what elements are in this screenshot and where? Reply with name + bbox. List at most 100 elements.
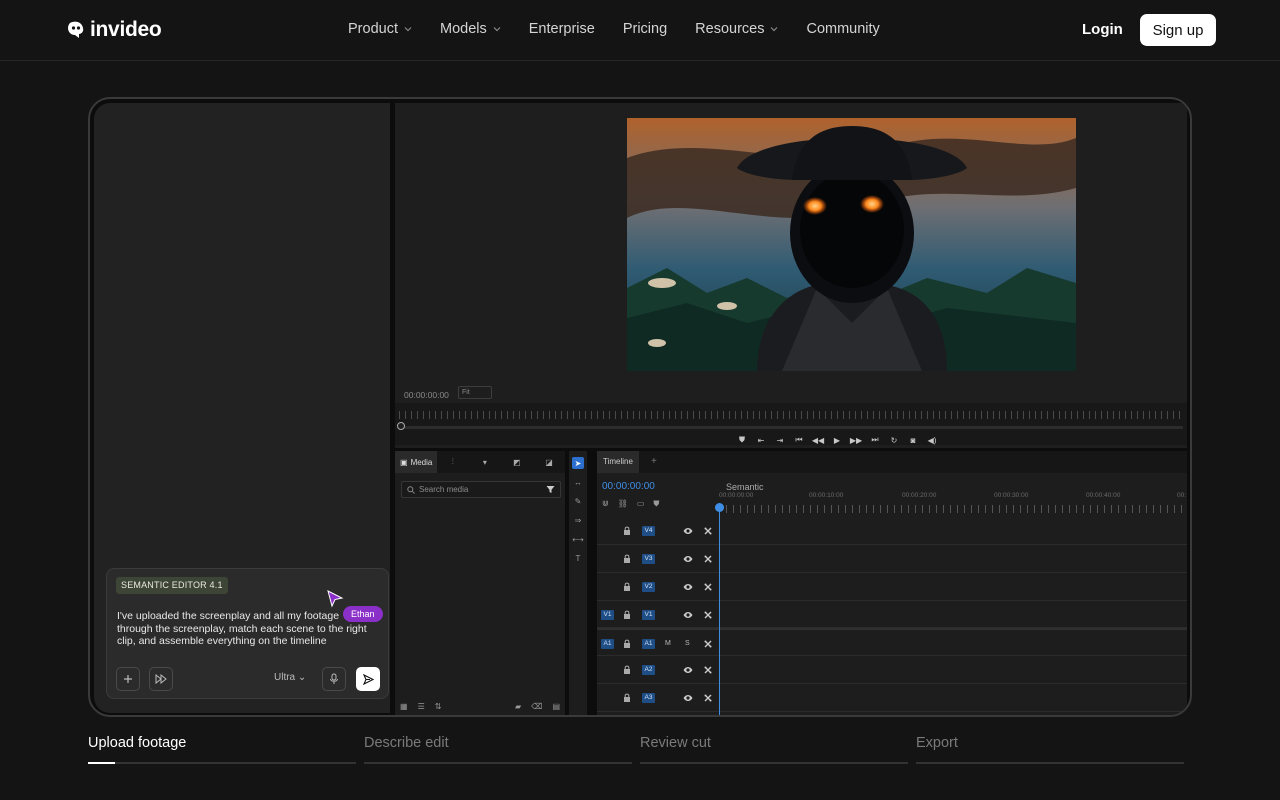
eye-icon[interactable] bbox=[683, 694, 693, 702]
step-forward-icon[interactable]: ▶▶ bbox=[850, 435, 862, 445]
tab-media[interactable]: ▣ Media bbox=[395, 451, 437, 473]
track-lane[interactable] bbox=[719, 545, 1187, 573]
eye-icon[interactable] bbox=[683, 611, 693, 619]
play-icon[interactable]: ▶ bbox=[832, 435, 842, 445]
mode-select[interactable]: Ultra ⌄ bbox=[274, 672, 306, 683]
menu-enterprise[interactable]: Enterprise bbox=[529, 21, 595, 37]
sync-lock-icon[interactable] bbox=[704, 694, 712, 702]
razor-tool-icon[interactable]: ✎ bbox=[572, 495, 584, 507]
marker-icon[interactable]: ⛊ bbox=[737, 435, 747, 445]
eye-icon[interactable] bbox=[683, 555, 693, 563]
step-export[interactable]: Export bbox=[916, 735, 1184, 764]
track-lane[interactable] bbox=[719, 573, 1187, 601]
camera-icon[interactable]: ◙ bbox=[908, 435, 918, 445]
slide-tool-icon[interactable]: ⟷ bbox=[572, 533, 584, 545]
menu-product[interactable]: Product bbox=[348, 21, 412, 37]
track-name[interactable]: A1 bbox=[642, 639, 655, 649]
volume-icon[interactable]: ◀) bbox=[927, 435, 937, 445]
trash-icon[interactable]: ⌫ bbox=[531, 702, 542, 711]
step-upload-footage[interactable]: Upload footage bbox=[88, 735, 356, 764]
eye-icon[interactable] bbox=[683, 527, 693, 535]
snap-magnet-icon[interactable]: ⋓ bbox=[602, 499, 609, 509]
chat-message[interactable]: I've uploaded the screenplay and all my … bbox=[117, 610, 385, 648]
brand-logo[interactable]: invideo bbox=[66, 18, 162, 42]
track-lane[interactable] bbox=[719, 517, 1187, 545]
sync-lock-icon[interactable] bbox=[704, 527, 712, 535]
mark-in-icon[interactable]: ⇤ bbox=[756, 435, 766, 445]
signup-button[interactable]: Sign up bbox=[1140, 14, 1216, 46]
grid-view-icon[interactable]: ▦ bbox=[400, 702, 408, 711]
add-timeline-button[interactable]: + bbox=[645, 451, 663, 473]
track-name[interactable]: V3 bbox=[642, 554, 655, 564]
scrubber-track[interactable] bbox=[399, 426, 1183, 429]
track-name[interactable]: V1 bbox=[642, 610, 655, 620]
lock-icon[interactable] bbox=[623, 665, 631, 674]
menu-models[interactable]: Models bbox=[440, 21, 501, 37]
track-name[interactable]: A3 bbox=[642, 693, 655, 703]
lock-icon[interactable] bbox=[623, 639, 631, 648]
lock-icon[interactable] bbox=[623, 582, 631, 591]
timeline-track[interactable]: V1 V1 bbox=[597, 601, 1187, 628]
go-to-out-icon[interactable]: ⏭ bbox=[870, 435, 880, 445]
go-to-in-icon[interactable]: ⏮ bbox=[794, 435, 804, 445]
tab-transitions[interactable]: ◪ bbox=[533, 451, 565, 473]
source-patch[interactable]: V1 bbox=[601, 610, 614, 620]
track-name[interactable]: V2 bbox=[642, 582, 655, 592]
source-patch[interactable]: A1 bbox=[601, 639, 614, 649]
eye-icon[interactable] bbox=[683, 583, 693, 591]
track-lane[interactable] bbox=[719, 684, 1187, 712]
track-name[interactable]: A2 bbox=[642, 665, 655, 675]
lock-icon[interactable] bbox=[623, 610, 631, 619]
sync-lock-icon[interactable] bbox=[704, 583, 712, 591]
tab-graphics[interactable]: ◩ bbox=[501, 451, 533, 473]
captions-icon[interactable]: ▭ bbox=[637, 499, 645, 509]
sync-lock-icon[interactable] bbox=[704, 555, 712, 563]
mark-out-icon[interactable]: ⇥ bbox=[775, 435, 785, 445]
archive-icon[interactable]: ▤ bbox=[552, 702, 560, 711]
text-tool-icon[interactable]: T bbox=[572, 552, 584, 564]
slip-tool-icon[interactable]: ⇒ bbox=[572, 514, 584, 526]
timeline-track[interactable]: V4 bbox=[597, 517, 1187, 545]
tab-effects[interactable]: ⫶ bbox=[437, 451, 469, 473]
eye-icon[interactable] bbox=[683, 666, 693, 674]
step-review-cut[interactable]: Review cut bbox=[640, 735, 908, 764]
fast-forward-button[interactable] bbox=[149, 667, 173, 691]
playhead-handle[interactable] bbox=[715, 503, 724, 512]
select-tool-icon[interactable]: ➤ bbox=[572, 457, 584, 469]
menu-community[interactable]: Community bbox=[806, 21, 879, 37]
zoom-fit-select[interactable]: Fit bbox=[458, 386, 492, 399]
scrubber-handle[interactable] bbox=[397, 422, 405, 430]
timeline-track[interactable]: A3 bbox=[597, 684, 1187, 712]
sync-lock-icon[interactable] bbox=[704, 640, 712, 648]
sync-lock-icon[interactable] bbox=[704, 666, 712, 674]
menu-pricing[interactable]: Pricing bbox=[623, 21, 667, 37]
tab-timeline[interactable]: Timeline bbox=[597, 451, 639, 473]
menu-resources[interactable]: Resources bbox=[695, 21, 778, 37]
lock-icon[interactable] bbox=[623, 693, 631, 702]
timeline-track[interactable]: A1 A1 M S bbox=[597, 628, 1187, 656]
new-folder-icon[interactable]: ▰ bbox=[515, 702, 521, 711]
loop-icon[interactable]: ↻ bbox=[889, 435, 899, 445]
track-lane[interactable] bbox=[719, 656, 1187, 684]
step-back-icon[interactable]: ◀◀ bbox=[812, 435, 824, 445]
track-name[interactable]: V4 bbox=[642, 526, 655, 536]
lock-icon[interactable] bbox=[623, 554, 631, 563]
timeline-track[interactable]: A2 bbox=[597, 656, 1187, 684]
media-search-input[interactable]: Search media bbox=[401, 481, 561, 498]
track-lane[interactable] bbox=[719, 630, 1187, 658]
timeline-track[interactable]: V3 bbox=[597, 545, 1187, 573]
solo-toggle[interactable]: S bbox=[685, 640, 690, 647]
sync-lock-icon[interactable] bbox=[704, 611, 712, 619]
voice-input-button[interactable] bbox=[322, 667, 346, 691]
tab-captions[interactable]: ▾ bbox=[469, 451, 501, 473]
playhead[interactable] bbox=[719, 503, 720, 715]
timeline-timecode[interactable]: 00:00:00:00 bbox=[602, 481, 655, 492]
track-lane[interactable] bbox=[719, 601, 1187, 629]
marker-icon[interactable]: ⛊ bbox=[653, 499, 659, 509]
step-describe-edit[interactable]: Describe edit bbox=[364, 735, 632, 764]
ripple-tool-icon[interactable]: ↔ bbox=[572, 476, 584, 488]
mute-toggle[interactable]: M bbox=[665, 640, 671, 647]
send-button[interactable] bbox=[356, 667, 380, 691]
timeline-track[interactable]: V2 bbox=[597, 573, 1187, 601]
chat-composer[interactable]: SEMANTIC EDITOR 4.1 Ethan I've uploaded … bbox=[106, 568, 389, 699]
